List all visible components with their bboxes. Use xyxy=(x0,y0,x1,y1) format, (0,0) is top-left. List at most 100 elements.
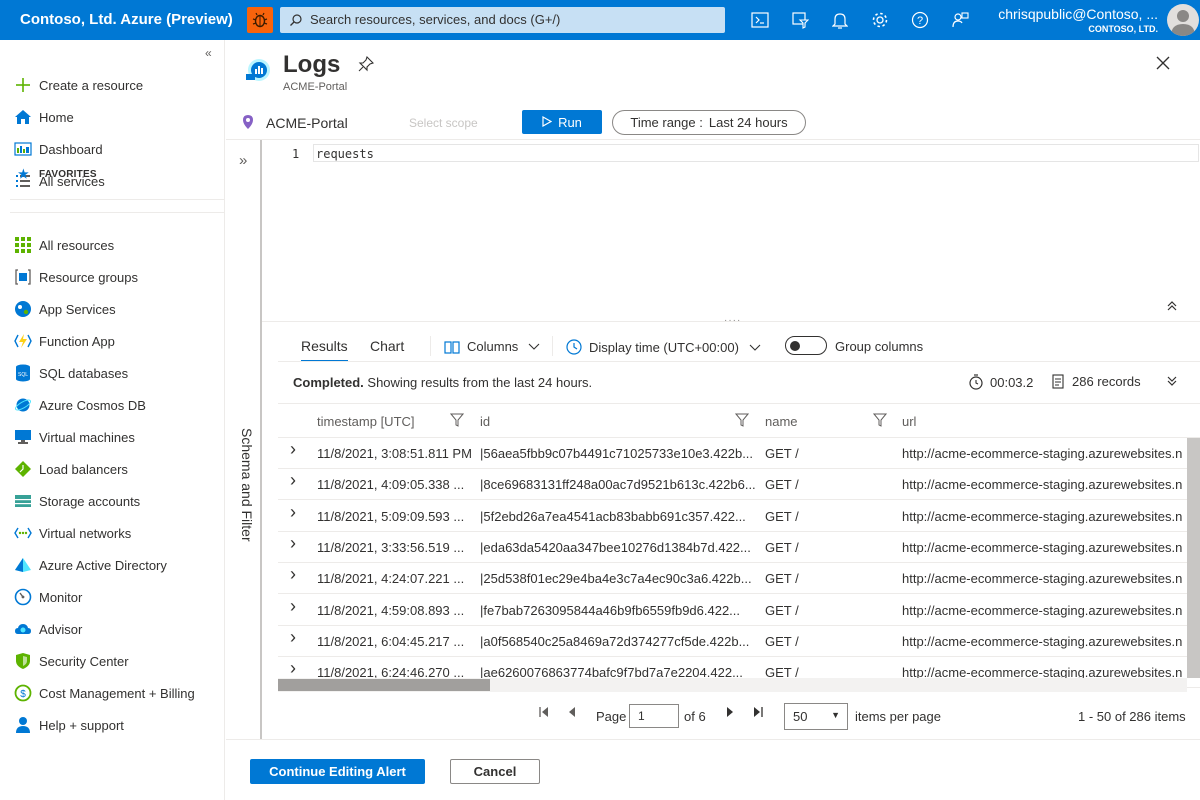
expand-row-icon[interactable]: › xyxy=(290,596,296,617)
scrollbar-thumb[interactable] xyxy=(1187,438,1200,678)
sidebar-item-label: Advisor xyxy=(39,621,83,637)
sidebar-item-resource-groups[interactable]: Resource groups xyxy=(14,265,219,289)
display-time-label: Display time (UTC+00:00) xyxy=(589,339,739,355)
table-row[interactable]: › 11/8/2021, 6:04:45.217 ... |a0f568540c25… xyxy=(278,626,1200,657)
table-row[interactable]: › 11/8/2021, 3:33:56.519 ... |eda63da5420a… xyxy=(278,532,1200,563)
items-per-page-select[interactable]: 50 ▼ xyxy=(784,703,848,730)
account-info[interactable]: chrisqpublic@Contoso, ... CONTOSO, LTD. xyxy=(998,6,1158,34)
sidebar-item-monitor[interactable]: Monitor xyxy=(14,585,219,609)
sidebar-item-function-app[interactable]: Function App xyxy=(14,329,219,353)
first-page-icon[interactable] xyxy=(538,706,550,721)
filter-icon[interactable] xyxy=(449,413,465,430)
sidebar-item-label: Load balancers xyxy=(39,461,128,477)
column-header-timestamp[interactable]: timestamp [UTC] xyxy=(317,414,415,429)
sidebar-item-create-resource[interactable]: Create a resource xyxy=(14,73,219,97)
sidebar-item-app-services[interactable]: App Services xyxy=(14,297,219,321)
chevron-down-icon xyxy=(749,340,761,355)
select-scope-link[interactable]: Select scope xyxy=(409,116,478,130)
table-cell: 11/8/2021, 4:24:07.221 ... xyxy=(317,571,465,587)
avatar[interactable] xyxy=(1167,4,1199,36)
table-row[interactable]: › 11/8/2021, 4:59:08.893 ... |fe7bab726309… xyxy=(278,595,1200,626)
svg-text:$: $ xyxy=(20,689,26,700)
table-row[interactable]: › 11/8/2021, 4:09:05.338 ... |8ce69683131f… xyxy=(278,469,1200,501)
cancel-button[interactable]: Cancel xyxy=(450,759,540,784)
sidebar-divider xyxy=(10,212,224,213)
feedback-icon[interactable] xyxy=(950,10,970,30)
expand-status-icon[interactable] xyxy=(1166,375,1178,390)
query-editor[interactable] xyxy=(262,141,1200,321)
scope-name[interactable]: ACME-Portal xyxy=(266,115,348,131)
expand-row-icon[interactable]: › xyxy=(290,502,296,523)
horizontal-scrollbar[interactable] xyxy=(278,678,1187,692)
collapse-sidebar-button[interactable]: « xyxy=(205,46,212,60)
table-cell: GET / xyxy=(765,477,799,493)
page-number-input[interactable]: 1 xyxy=(629,704,679,728)
vertical-scrollbar[interactable] xyxy=(1187,438,1200,678)
column-header-url[interactable]: url xyxy=(902,414,916,429)
sidebar-item-home[interactable]: Home xyxy=(14,105,219,129)
columns-icon xyxy=(444,340,460,354)
table-cell: 11/8/2021, 4:59:08.893 ... xyxy=(317,602,465,618)
columns-button[interactable]: Columns xyxy=(444,339,540,354)
portal-brand[interactable]: Contoso, Ltd. Azure (Preview) xyxy=(20,11,233,28)
continue-editing-alert-button[interactable]: Continue Editing Alert xyxy=(250,759,425,784)
expand-side-panel-icon[interactable]: » xyxy=(239,152,247,169)
global-search-input[interactable]: Search resources, services, and docs (G+… xyxy=(280,7,725,33)
help-icon[interactable]: ? xyxy=(910,10,930,30)
last-page-icon[interactable] xyxy=(752,706,764,721)
query-text[interactable]: requests xyxy=(316,147,374,161)
settings-gear-icon[interactable] xyxy=(870,10,890,30)
sidebar-item-dashboard[interactable]: Dashboard xyxy=(14,137,219,161)
sidebar-item-cosmos-db[interactable]: Azure Cosmos DB xyxy=(14,393,219,417)
sidebar-item-help-support[interactable]: Help + support xyxy=(14,713,219,737)
sidebar-item-security-center[interactable]: Security Center xyxy=(14,649,219,673)
expand-row-icon[interactable]: › xyxy=(290,658,296,679)
splitter-handle-icon[interactable]: ···· xyxy=(724,315,741,326)
cloud-shell-icon[interactable] xyxy=(750,10,770,30)
tab-chart[interactable]: Chart xyxy=(370,338,404,354)
tab-results[interactable]: Results xyxy=(301,338,348,362)
sidebar-item-load-balancers[interactable]: Load balancers xyxy=(14,457,219,481)
table-row[interactable]: › 11/8/2021, 5:09:09.593 ... |5f2ebd26a7ea… xyxy=(278,501,1200,532)
table-cell: GET / xyxy=(765,508,799,524)
pin-icon[interactable] xyxy=(358,55,375,75)
table-cell: |a0f568540c25a8469a72d374277cf5de.422b..… xyxy=(480,633,750,649)
filter-icon[interactable] xyxy=(734,413,750,430)
feedback-bug-button[interactable] xyxy=(247,7,273,33)
query-duration: 00:03.2 xyxy=(968,374,1033,390)
sidebar-item-storage-accounts[interactable]: Storage accounts xyxy=(14,489,219,513)
run-button[interactable]: Run xyxy=(522,110,602,134)
next-page-icon[interactable] xyxy=(724,706,736,721)
sidebar-item-cost-management[interactable]: $ Cost Management + Billing xyxy=(14,681,219,705)
sidebar-item-advisor[interactable]: Advisor xyxy=(14,617,219,641)
sidebar-item-sql-databases[interactable]: SQL SQL databases xyxy=(14,361,219,385)
plus-icon xyxy=(14,76,32,94)
collapse-editor-icon[interactable] xyxy=(1166,300,1178,315)
sidebar-item-label: Virtual networks xyxy=(39,525,132,541)
group-columns-toggle[interactable] xyxy=(785,336,827,355)
schema-filter-label[interactable]: Schema and Filter xyxy=(235,428,255,542)
expand-row-icon[interactable]: › xyxy=(290,627,296,648)
column-header-id[interactable]: id xyxy=(480,414,490,429)
lightning-icon xyxy=(14,332,32,350)
expand-row-icon[interactable]: › xyxy=(290,533,296,554)
filter-icon[interactable] xyxy=(872,413,888,430)
close-icon[interactable] xyxy=(1155,55,1171,74)
expand-row-icon[interactable]: › xyxy=(290,439,296,460)
directory-filter-icon[interactable] xyxy=(790,10,810,30)
scrollbar-thumb[interactable] xyxy=(278,679,490,691)
previous-page-icon[interactable] xyxy=(566,706,578,721)
sidebar-item-virtual-machines[interactable]: Virtual machines xyxy=(14,425,219,449)
columns-label: Columns xyxy=(467,339,519,354)
column-header-name[interactable]: name xyxy=(765,414,798,429)
expand-row-icon[interactable]: › xyxy=(290,564,296,585)
time-range-button[interactable]: Time range : Last 24 hours xyxy=(612,110,806,135)
notifications-bell-icon[interactable] xyxy=(830,10,850,30)
display-time-button[interactable]: Display time (UTC+00:00) xyxy=(566,339,761,355)
sidebar-item-virtual-networks[interactable]: Virtual networks xyxy=(14,521,219,545)
sidebar-item-all-resources[interactable]: All resources xyxy=(14,233,219,257)
sidebar-item-azure-active-directory[interactable]: Azure Active Directory xyxy=(14,553,219,577)
table-row[interactable]: › 11/8/2021, 4:24:07.221 ... |25d538f01ec2… xyxy=(278,563,1200,595)
expand-row-icon[interactable]: › xyxy=(290,470,296,491)
table-row[interactable]: › 11/8/2021, 3:08:51.811 PM |56aea5fbb9c07… xyxy=(278,438,1200,469)
